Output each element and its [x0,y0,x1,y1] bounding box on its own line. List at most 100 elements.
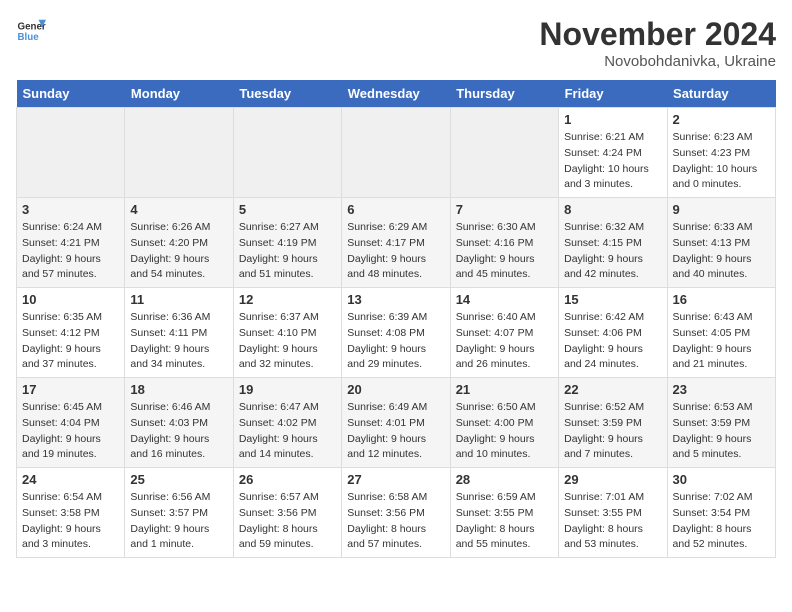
header-sunday: Sunday [17,80,125,108]
header-saturday: Saturday [667,80,775,108]
calendar-week-3: 10 Sunrise: 6:35 AMSunset: 4:12 PMDayligh… [17,288,776,378]
calendar-cell: 15Sunrise: 6:42 AMSunset: 4:06 PMDayligh… [559,288,667,378]
day-info: Sunrise: 6:43 AMSunset: 4:05 PMDaylight:… [673,310,770,373]
calendar-cell: 2 Sunrise: 6:23 AMSunset: 4:23 PMDaylight… [667,108,775,198]
day-info: Sunrise: 6:52 AMSunset: 3:59 PMDaylight:… [564,400,661,463]
day-number: 22 [564,382,661,397]
day-number: 15 [564,292,661,307]
day-info: Sunrise: 6:30 AMSunset: 4:16 PMDaylight:… [456,220,553,283]
calendar-cell: 11 Sunrise: 6:36 AMSunset: 4:11 PMDayligh… [125,288,233,378]
calendar-cell: 18 Sunrise: 6:46 AMSunset: 4:03 PMDayligh… [125,378,233,468]
calendar-cell: 19 Sunrise: 6:47 AMSunset: 4:02 PMDayligh… [233,378,341,468]
calendar-cell: 16 Sunrise: 6:43 AMSunset: 4:05 PMDayligh… [667,288,775,378]
day-number: 19 [239,382,336,397]
calendar-week-1: 1Sunrise: 6:21 AMSunset: 4:24 PMDaylight… [17,108,776,198]
day-number: 2 [673,112,770,127]
day-info: Sunrise: 6:40 AMSunset: 4:07 PMDaylight:… [456,310,553,373]
header-wednesday: Wednesday [342,80,450,108]
calendar-header-row: SundayMondayTuesdayWednesdayThursdayFrid… [17,80,776,108]
day-number: 16 [673,292,770,307]
day-number: 3 [22,202,119,217]
day-info: Sunrise: 7:01 AMSunset: 3:55 PMDaylight:… [564,490,661,553]
header-thursday: Thursday [450,80,558,108]
day-number: 8 [564,202,661,217]
calendar-cell: 24Sunrise: 6:54 AMSunset: 3:58 PMDayligh… [17,468,125,558]
day-info: Sunrise: 6:33 AMSunset: 4:13 PMDaylight:… [673,220,770,283]
calendar-cell: 13 Sunrise: 6:39 AMSunset: 4:08 PMDayligh… [342,288,450,378]
day-info: Sunrise: 6:36 AMSunset: 4:11 PMDaylight:… [130,310,227,373]
day-number: 14 [456,292,553,307]
calendar-cell: 26Sunrise: 6:57 AMSunset: 3:56 PMDayligh… [233,468,341,558]
calendar-cell: 8Sunrise: 6:32 AMSunset: 4:15 PMDaylight… [559,198,667,288]
logo: General Blue [16,16,46,46]
calendar-table: SundayMondayTuesdayWednesdayThursdayFrid… [16,80,776,558]
calendar-cell: 20 Sunrise: 6:49 AMSunset: 4:01 PMDayligh… [342,378,450,468]
day-number: 20 [347,382,444,397]
day-info: Sunrise: 6:26 AMSunset: 4:20 PMDaylight:… [130,220,227,283]
day-number: 11 [130,292,227,307]
day-number: 9 [673,202,770,217]
calendar-cell: 14 Sunrise: 6:40 AMSunset: 4:07 PMDayligh… [450,288,558,378]
day-number: 5 [239,202,336,217]
calendar-cell: 22 Sunrise: 6:52 AMSunset: 3:59 PMDayligh… [559,378,667,468]
calendar-cell: 29Sunrise: 7:01 AMSunset: 3:55 PMDayligh… [559,468,667,558]
day-number: 30 [673,472,770,487]
day-number: 12 [239,292,336,307]
page-header: General Blue November 2024 Novobohdanivk… [16,16,776,70]
day-number: 10 [22,292,119,307]
day-info: Sunrise: 6:23 AMSunset: 4:23 PMDaylight:… [673,130,770,193]
day-number: 4 [130,202,227,217]
calendar-cell: 30 Sunrise: 7:02 AMSunset: 3:54 PMDayligh… [667,468,775,558]
calendar-cell: 12 Sunrise: 6:37 AMSunset: 4:10 PMDayligh… [233,288,341,378]
day-info: Sunrise: 6:35 AMSunset: 4:12 PMDaylight:… [22,310,119,373]
day-info: Sunrise: 6:29 AMSunset: 4:17 PMDaylight:… [347,220,444,283]
header-tuesday: Tuesday [233,80,341,108]
calendar-cell: 7 Sunrise: 6:30 AMSunset: 4:16 PMDaylight… [450,198,558,288]
day-info: Sunrise: 7:02 AMSunset: 3:54 PMDaylight:… [673,490,770,553]
calendar-week-4: 17 Sunrise: 6:45 AMSunset: 4:04 PMDayligh… [17,378,776,468]
calendar-cell: 17 Sunrise: 6:45 AMSunset: 4:04 PMDayligh… [17,378,125,468]
day-info: Sunrise: 6:46 AMSunset: 4:03 PMDaylight:… [130,400,227,463]
day-number: 17 [22,382,119,397]
header-friday: Friday [559,80,667,108]
day-number: 7 [456,202,553,217]
calendar-cell [450,108,558,198]
day-info: Sunrise: 6:53 AMSunset: 3:59 PMDaylight:… [673,400,770,463]
day-number: 23 [673,382,770,397]
calendar-cell: 9 Sunrise: 6:33 AMSunset: 4:13 PMDaylight… [667,198,775,288]
day-info: Sunrise: 6:50 AMSunset: 4:00 PMDaylight:… [456,400,553,463]
day-number: 13 [347,292,444,307]
calendar-cell: 6Sunrise: 6:29 AMSunset: 4:17 PMDaylight… [342,198,450,288]
day-number: 28 [456,472,553,487]
calendar-cell [17,108,125,198]
location: Novobohdanivka, Ukraine [539,53,776,70]
calendar-cell: 25 Sunrise: 6:56 AMSunset: 3:57 PMDayligh… [125,468,233,558]
calendar-cell: 4 Sunrise: 6:26 AMSunset: 4:20 PMDaylight… [125,198,233,288]
day-info: Sunrise: 6:57 AMSunset: 3:56 PMDaylight:… [239,490,336,553]
calendar-cell: 3Sunrise: 6:24 AMSunset: 4:21 PMDaylight… [17,198,125,288]
day-number: 27 [347,472,444,487]
day-number: 18 [130,382,227,397]
calendar-cell: 21 Sunrise: 6:50 AMSunset: 4:00 PMDayligh… [450,378,558,468]
day-info: Sunrise: 6:45 AMSunset: 4:04 PMDaylight:… [22,400,119,463]
calendar-cell: 23 Sunrise: 6:53 AMSunset: 3:59 PMDayligh… [667,378,775,468]
day-info: Sunrise: 6:39 AMSunset: 4:08 PMDaylight:… [347,310,444,373]
day-info: Sunrise: 6:27 AMSunset: 4:19 PMDaylight:… [239,220,336,283]
month-title: November 2024 [539,16,776,53]
day-number: 25 [130,472,227,487]
calendar-cell: 5 Sunrise: 6:27 AMSunset: 4:19 PMDaylight… [233,198,341,288]
day-info: Sunrise: 6:49 AMSunset: 4:01 PMDaylight:… [347,400,444,463]
calendar-week-2: 3Sunrise: 6:24 AMSunset: 4:21 PMDaylight… [17,198,776,288]
day-number: 21 [456,382,553,397]
calendar-cell: 28 Sunrise: 6:59 AMSunset: 3:55 PMDayligh… [450,468,558,558]
calendar-cell: 10 Sunrise: 6:35 AMSunset: 4:12 PMDayligh… [17,288,125,378]
calendar-week-5: 24Sunrise: 6:54 AMSunset: 3:58 PMDayligh… [17,468,776,558]
calendar-cell [125,108,233,198]
calendar-cell: 27Sunrise: 6:58 AMSunset: 3:56 PMDayligh… [342,468,450,558]
calendar-cell [233,108,341,198]
day-info: Sunrise: 6:59 AMSunset: 3:55 PMDaylight:… [456,490,553,553]
day-info: Sunrise: 6:37 AMSunset: 4:10 PMDaylight:… [239,310,336,373]
header-monday: Monday [125,80,233,108]
day-info: Sunrise: 6:47 AMSunset: 4:02 PMDaylight:… [239,400,336,463]
day-info: Sunrise: 6:56 AMSunset: 3:57 PMDaylight:… [130,490,227,553]
